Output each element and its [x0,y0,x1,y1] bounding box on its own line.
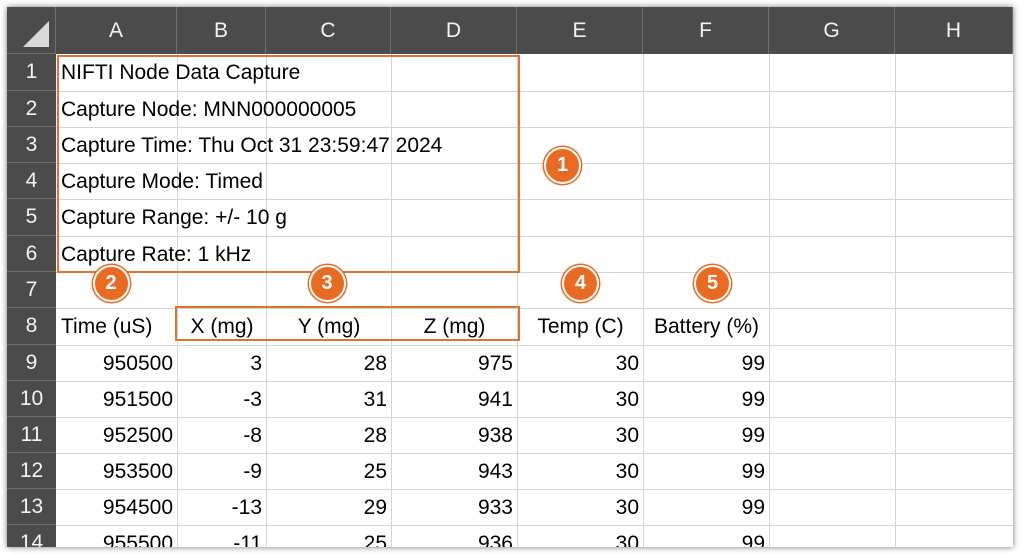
cell-d14[interactable]: 936 [392,526,517,547]
select-all-triangle-icon [23,21,49,47]
cell-a13[interactable]: 954500 [57,490,177,525]
row-header-14[interactable]: 14 [7,525,56,547]
row-header-9[interactable]: 9 [7,345,56,381]
row-header-5[interactable]: 5 [7,199,56,236]
cell-e11[interactable]: 30 [518,418,643,453]
cell-d12[interactable]: 943 [392,454,517,489]
cell-c11[interactable]: 28 [267,418,391,453]
cell-a14[interactable]: 955500 [57,526,177,547]
column-header-b[interactable]: B [177,7,266,54]
row-header-3[interactable]: 3 [7,127,56,163]
cell-d9[interactable]: 975 [392,346,517,381]
cell-f14[interactable]: 99 [644,526,769,547]
cell-b9[interactable]: 3 [178,346,266,381]
cell-e12[interactable]: 30 [518,454,643,489]
cell-d13[interactable]: 933 [392,490,517,525]
cell-f8[interactable]: Battery (%) [644,309,769,345]
cell-e14[interactable]: 30 [518,526,643,547]
cell-f11[interactable]: 99 [644,418,769,453]
cell-b11[interactable]: -8 [178,418,266,453]
column-header-e[interactable]: E [517,7,643,54]
cell-f10[interactable]: 99 [644,382,769,417]
cell-b8[interactable]: X (mg) [178,309,266,345]
row-header-4[interactable]: 4 [7,163,56,199]
column-header-a[interactable]: A [56,7,177,54]
cell-c13[interactable]: 29 [267,490,391,525]
cell-e8[interactable]: Temp (C) [518,309,643,345]
gridline-horizontal [56,272,1013,273]
callout-badge-1: 1 [544,147,581,184]
callout-badge-5: 5 [694,265,731,302]
callout-badge-4: 4 [562,265,599,302]
cell-e9[interactable]: 30 [518,346,643,381]
cell-c12[interactable]: 25 [267,454,391,489]
column-header-g[interactable]: G [769,7,895,54]
spreadsheet-window: A B C D E F G H 1 2 3 4 5 6 7 8 9 10 11 12 13 14 NIFTI Node Da… [7,7,1013,547]
select-all-corner[interactable] [7,7,56,54]
cell-c9[interactable]: 28 [267,346,391,381]
row-header-11[interactable]: 11 [7,417,56,453]
row-header-13[interactable]: 13 [7,489,56,525]
row-header-7[interactable]: 7 [7,272,56,308]
cell-a9[interactable]: 950500 [57,346,177,381]
cell-e10[interactable]: 30 [518,382,643,417]
cell-e13[interactable]: 30 [518,490,643,525]
row-header-6[interactable]: 6 [7,236,56,272]
cell-c10[interactable]: 31 [267,382,391,417]
column-header-f[interactable]: F [643,7,769,54]
cell-d8[interactable]: Z (mg) [392,309,517,345]
cell-a4[interactable]: Capture Mode: Timed [57,164,267,199]
cell-d11[interactable]: 938 [392,418,517,453]
cell-a10[interactable]: 951500 [57,382,177,417]
cell-a11[interactable]: 952500 [57,418,177,453]
cell-f12[interactable]: 99 [644,454,769,489]
cell-b14[interactable]: -11 [178,526,266,547]
cell-a6[interactable]: Capture Rate: 1 kHz [57,237,255,272]
cell-f9[interactable]: 99 [644,346,769,381]
cell-b10[interactable]: -3 [178,382,266,417]
callout-badge-3: 3 [308,265,346,302]
row-header-2[interactable]: 2 [7,91,56,127]
row-header-8[interactable]: 8 [7,308,56,345]
cell-c14[interactable]: 25 [267,526,391,547]
cell-a2[interactable]: Capture Node: MNN000000005 [57,92,360,127]
cell-a8[interactable]: Time (uS) [57,309,177,345]
cell-c8[interactable]: Y (mg) [267,309,391,345]
callout-badge-2: 2 [92,265,130,302]
row-header-1[interactable]: 1 [7,54,56,91]
column-header-d[interactable]: D [391,7,517,54]
column-header-c[interactable]: C [266,7,391,54]
cell-b12[interactable]: -9 [178,454,266,489]
row-header-10[interactable]: 10 [7,381,56,417]
cell-f13[interactable]: 99 [644,490,769,525]
row-header-12[interactable]: 12 [7,453,56,489]
cell-b13[interactable]: -13 [178,490,266,525]
cell-a1[interactable]: NIFTI Node Data Capture [57,55,304,91]
column-header-h[interactable]: H [895,7,1013,54]
cell-a3[interactable]: Capture Time: Thu Oct 31 23:59:47 2024 [57,128,446,163]
cell-d10[interactable]: 941 [392,382,517,417]
cell-a5[interactable]: Capture Range: +/- 10 g [57,200,291,236]
cell-a12[interactable]: 953500 [57,454,177,489]
